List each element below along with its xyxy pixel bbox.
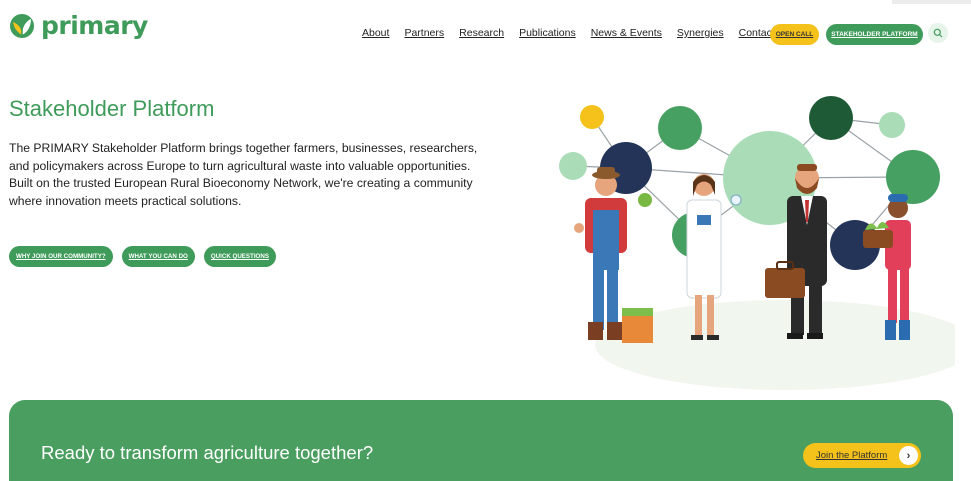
- cta-banner: Ready to transform agriculture together?…: [9, 400, 953, 481]
- nav-publications[interactable]: Publications: [519, 27, 576, 39]
- nav-synergies[interactable]: Synergies: [677, 27, 724, 39]
- main-nav: About Partners Research Publications New…: [362, 27, 790, 39]
- stakeholder-platform-button[interactable]: STAKEHOLDER PLATFORM: [826, 24, 923, 45]
- what-you-can-do-button[interactable]: WHAT YOU CAN DO: [121, 246, 195, 267]
- nav-research[interactable]: Research: [459, 27, 504, 39]
- nav-news-events[interactable]: News & Events: [591, 27, 662, 39]
- hero-button-row: WHY JOIN OUR COMMUNITY? WHAT YOU CAN DO …: [9, 246, 276, 267]
- search-button[interactable]: [928, 23, 948, 43]
- nav-about[interactable]: About: [362, 27, 389, 39]
- chevron-right-icon: ›: [899, 446, 918, 465]
- nav-partners[interactable]: Partners: [404, 27, 444, 39]
- site-header: primary About Partners Research Publicat…: [0, 0, 971, 62]
- stakeholders-illustration: [559, 96, 955, 390]
- search-icon: [933, 28, 943, 38]
- logo-leaf-icon: [10, 14, 34, 38]
- logo-wordmark: primary: [41, 11, 148, 40]
- join-platform-label: Join the Platform: [816, 450, 888, 461]
- top-edge-strip: [892, 0, 971, 4]
- why-join-button[interactable]: WHY JOIN OUR COMMUNITY?: [9, 246, 113, 267]
- site-logo[interactable]: primary: [9, 13, 148, 39]
- quick-questions-button[interactable]: QUICK QUESTIONS: [203, 246, 276, 267]
- hero-description: The PRIMARY Stakeholder Platform brings …: [9, 141, 478, 208]
- page-title: Stakeholder Platform: [9, 96, 215, 121]
- open-call-button[interactable]: OPEN CALL: [770, 24, 819, 45]
- cta-title: Ready to transform agriculture together?: [41, 442, 374, 463]
- join-platform-button[interactable]: Join the Platform ›: [803, 443, 921, 468]
